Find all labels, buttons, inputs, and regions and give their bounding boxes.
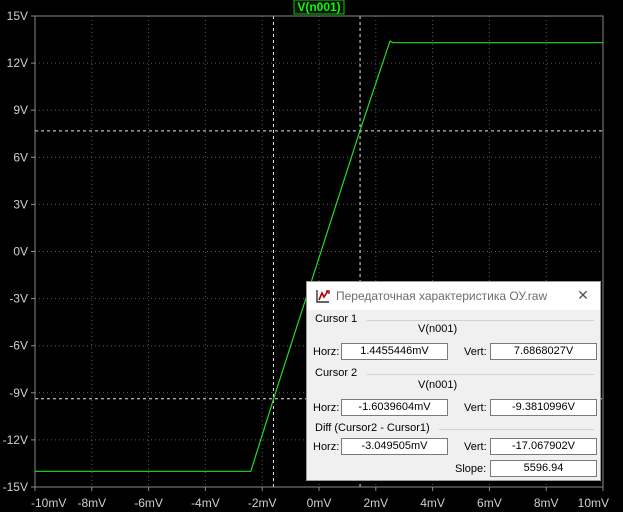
trace-label-box[interactable]: V(n001)	[293, 0, 345, 15]
diff-group-divider	[439, 429, 594, 430]
cursor2-vert-field[interactable]: -9.3810996V	[490, 399, 597, 416]
y-tick-label: 9V	[13, 103, 28, 117]
y-tick-label: 3V	[13, 197, 28, 211]
y-tick-label: 12V	[7, 56, 28, 70]
diff-group-label: Diff (Cursor2 - Cursor1)	[315, 422, 430, 434]
cursor2-horz-label: Horz:	[313, 402, 340, 414]
y-tick-label: 15V	[7, 9, 28, 23]
y-tick-label: 0V	[13, 245, 28, 259]
cursor1-horz-field[interactable]: 1.4455446mV	[341, 343, 448, 360]
x-tick-label: -4mV	[191, 496, 220, 510]
cursor2-group-divider	[367, 374, 594, 375]
y-tick-label: -15V	[3, 480, 28, 494]
close-icon[interactable]: ✕	[574, 285, 592, 305]
cursor1-vert-label: Vert:	[464, 346, 487, 358]
y-tick-label: -9V	[9, 386, 28, 400]
x-tick-label: -8mV	[77, 496, 106, 510]
x-tick-label: 8mV	[534, 496, 559, 510]
diff-vert-label: Vert:	[464, 441, 487, 453]
diff-vert-field[interactable]: -17.067902V	[490, 438, 597, 455]
x-tick-label: 2mV	[363, 496, 388, 510]
waveform-app-icon	[316, 290, 330, 303]
diff-horz-label: Horz:	[313, 441, 340, 453]
diff-horz-field[interactable]: -3.049505mV	[341, 438, 448, 455]
cursor1-vert-field[interactable]: 7.6868027V	[490, 343, 597, 360]
window-title: Передаточная характеристика ОУ.raw	[336, 289, 548, 303]
cursor2-horz-field[interactable]: -1.6039604mV	[341, 399, 448, 416]
y-tick-label: 6V	[13, 150, 28, 164]
cursor1-group-label: Cursor 1	[315, 313, 358, 325]
x-tick-label: 0mV	[307, 496, 332, 510]
x-tick-label: 10mV	[578, 496, 609, 510]
window-titlebar[interactable]: Передаточная характеристика ОУ.raw ✕	[307, 282, 600, 310]
x-tick-label: -6mV	[134, 496, 163, 510]
x-tick-label: 4mV	[420, 496, 445, 510]
y-axis-tick-labels: 15V 12V 9V 6V 3V 0V -3V -6V -9V -12V -15V	[3, 9, 28, 494]
x-tick-label: -10mV	[31, 496, 66, 510]
cursor1-trace-name: V(n001)	[418, 323, 458, 335]
cursor1-group-divider	[367, 320, 594, 321]
y-tick-label: -12V	[3, 433, 28, 447]
x-axis-tick-labels: -10mV -8mV -6mV -4mV -2mV 0mV 2mV 4mV 6mV 8mV 10mV	[31, 496, 609, 510]
cursor2-vert-label: Vert:	[464, 402, 487, 414]
cursor-readout-window[interactable]: Передаточная характеристика ОУ.raw ✕ Cur…	[306, 281, 601, 481]
x-tick-label: 6mV	[477, 496, 502, 510]
slope-label: Slope:	[455, 463, 487, 475]
y-tick-label: -6V	[9, 339, 28, 353]
cursor2-trace-name: V(n001)	[418, 379, 458, 391]
cursor2-group-label: Cursor 2	[315, 367, 358, 379]
slope-field[interactable]: 5596.94	[490, 460, 597, 477]
x-tick-label: -2mV	[248, 496, 277, 510]
cursor1-horz-label: Horz:	[313, 346, 340, 358]
trace-label[interactable]: V(n001)	[297, 0, 340, 14]
y-tick-label: -3V	[9, 292, 28, 306]
